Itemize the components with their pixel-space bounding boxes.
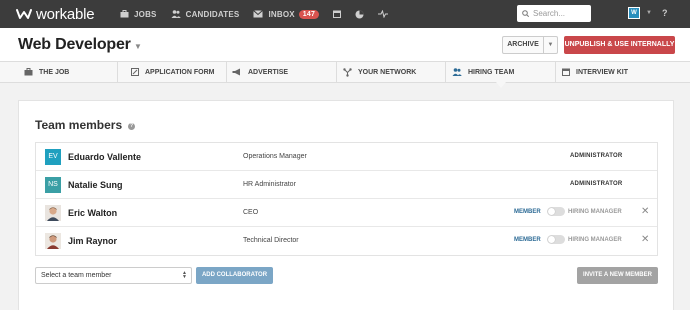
member-role: CEO <box>243 209 259 216</box>
briefcase-icon <box>24 68 33 76</box>
nav-calendar[interactable] <box>333 10 342 18</box>
help-icon[interactable]: ? <box>662 8 668 18</box>
tab-the-job[interactable]: THE JOB <box>0 62 117 82</box>
tab-hiring-team-label: HIRING TEAM <box>468 68 515 76</box>
member-name: Eduardo Vallente <box>68 152 142 162</box>
member-name: Jim Raynor <box>68 236 118 246</box>
network-icon <box>343 67 352 77</box>
person-photo-icon <box>45 233 61 249</box>
job-header: Web Developer ▼ ARCHIVE ▼ UNPUBLISH & US… <box>0 28 690 61</box>
user-avatar[interactable]: W <box>628 7 640 19</box>
nav-candidates[interactable]: CANDIDATES <box>171 10 240 19</box>
avatar <box>45 233 61 249</box>
add-collaborator-button[interactable]: ADD COLLABORATOR <box>196 267 273 284</box>
close-icon[interactable]: ✕ <box>641 206 649 217</box>
workable-logo-icon <box>16 9 32 19</box>
close-icon[interactable]: ✕ <box>641 234 649 245</box>
avatar: EV <box>45 149 61 165</box>
search-input[interactable] <box>533 9 591 18</box>
tab-your-network[interactable]: YOUR NETWORK <box>336 62 445 82</box>
list-item: Jim Raynor Technical Director MEMBER HIR… <box>36 227 657 255</box>
tab-advertise-label: ADVERTISE <box>248 68 289 76</box>
nav-jobs-label: JOBS <box>134 9 157 19</box>
section-title: Team members <box>35 118 123 132</box>
people-icon <box>452 68 462 76</box>
job-switcher-chevron-down-icon[interactable]: ▼ <box>134 42 142 51</box>
tab-application-form[interactable]: APPLICATION FORM <box>117 62 226 82</box>
member-name: Eric Walton <box>68 208 118 218</box>
search-box[interactable] <box>517 5 591 22</box>
list-item: Eric Walton CEO MEMBER HIRING MANAGER ✕ <box>36 199 657 227</box>
avatar: NS <box>45 177 61 193</box>
tab-your-network-label: YOUR NETWORK <box>358 68 417 76</box>
people-icon <box>171 10 181 18</box>
activity-icon <box>378 10 389 18</box>
archive-options-chevron-down-icon[interactable]: ▼ <box>544 36 558 54</box>
edit-icon <box>131 68 139 76</box>
search-icon <box>522 10 529 17</box>
brand-name: workable <box>36 5 95 23</box>
member-role: Operations Manager <box>243 153 307 160</box>
tab-advertise[interactable]: ADVERTISE <box>226 62 336 82</box>
list-item: EV Eduardo Vallente Operations Manager A… <box>36 143 657 171</box>
team-member-select[interactable]: Select a team member ▲ ▼ <box>35 267 192 284</box>
hiring-manager-label: HIRING MANAGER <box>568 237 622 243</box>
megaphone-icon <box>232 68 240 76</box>
member-name: Natalie Sung <box>68 180 123 190</box>
hiring-manager-label: HIRING MANAGER <box>568 209 622 215</box>
calendar-icon <box>562 68 570 76</box>
member-label: MEMBER <box>514 237 541 243</box>
team-member-select-value: Select a team member <box>41 272 112 279</box>
tab-application-form-label: APPLICATION FORM <box>145 68 215 76</box>
tab-hiring-team[interactable]: HIRING TEAM <box>445 62 555 88</box>
permission-label: ADMINISTRATOR <box>570 181 623 187</box>
job-tabs: THE JOB APPLICATION FORM ADVERTISE YOUR … <box>0 61 690 88</box>
archive-button[interactable]: ARCHIVE <box>502 36 544 54</box>
permission-label: ADMINISTRATOR <box>570 153 623 159</box>
team-members-list: EV Eduardo Vallente Operations Manager A… <box>35 142 658 256</box>
hiring-manager-toggle[interactable] <box>547 235 565 244</box>
person-photo-icon <box>45 205 61 221</box>
help-icon[interactable]: ? <box>128 123 135 130</box>
page-title: Web Developer <box>18 36 131 53</box>
list-item: NS Natalie Sung HR Administrator ADMINIS… <box>36 171 657 199</box>
tab-interview-kit[interactable]: INTERVIEW KIT <box>555 62 690 82</box>
user-menu-chevron-down-icon[interactable]: ▼ <box>646 10 652 16</box>
envelope-icon <box>253 10 264 18</box>
invite-member-button[interactable]: INVITE A NEW MEMBER <box>577 267 658 284</box>
avatar <box>45 205 61 221</box>
brand-logo[interactable]: workable <box>16 6 106 23</box>
member-role: HR Administrator <box>243 181 296 188</box>
select-arrows-icon: ▲ ▼ <box>182 270 187 280</box>
unpublish-button[interactable]: UNPUBLISH & USE INTERNALLY <box>564 36 675 54</box>
hiring-manager-toggle[interactable] <box>547 207 565 216</box>
briefcase-icon <box>120 10 129 18</box>
calendar-icon <box>333 10 342 18</box>
nav-activity[interactable] <box>378 10 389 18</box>
member-label: MEMBER <box>514 209 541 215</box>
nav-reports[interactable] <box>355 10 364 19</box>
tab-the-job-label: THE JOB <box>39 68 70 76</box>
inbox-count-badge: 147 <box>298 9 320 19</box>
tab-interview-kit-label: INTERVIEW KIT <box>576 68 628 76</box>
pie-chart-icon <box>355 10 364 18</box>
nav-inbox[interactable]: INBOX 147 <box>253 9 320 19</box>
member-role: Technical Director <box>243 237 299 244</box>
nav-jobs[interactable]: JOBS <box>120 10 157 19</box>
nav-inbox-label: INBOX <box>268 9 295 19</box>
nav-candidates-label: CANDIDATES <box>185 9 240 19</box>
